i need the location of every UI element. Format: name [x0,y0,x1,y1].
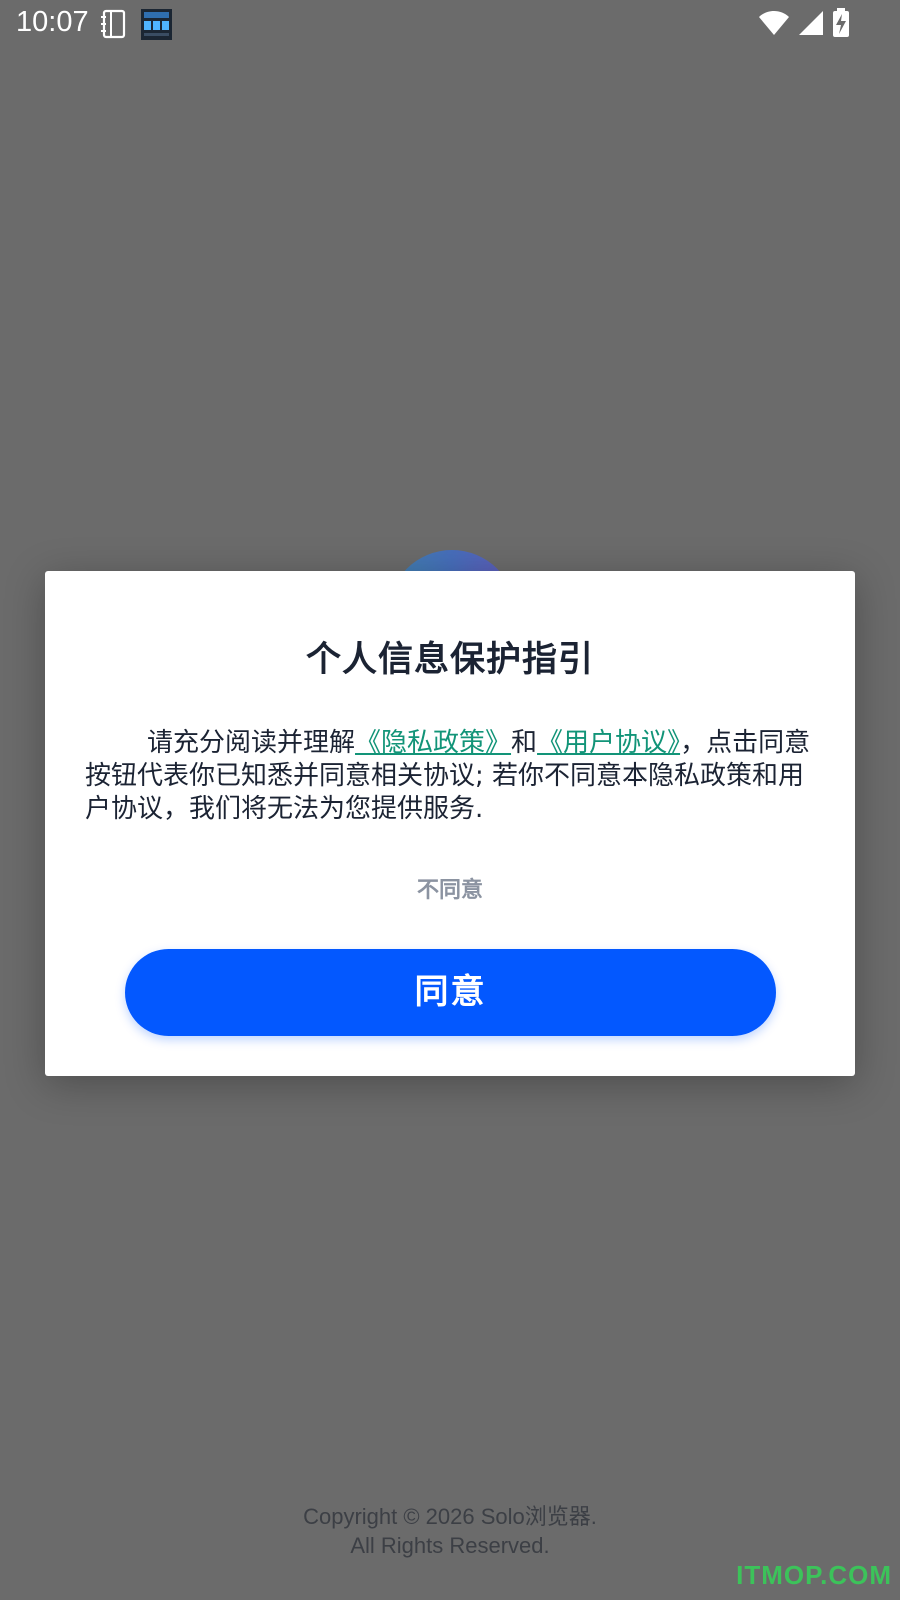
battery-charging-icon [832,8,850,42]
disagree-button[interactable]: 不同意 [400,873,500,909]
dialog-title: 个人信息保护指引 [305,640,594,680]
clock-widget-icon [141,9,172,40]
wifi-icon [758,10,790,40]
body-prefix: 请充分阅读并理解 [147,728,356,758]
cell-signal-icon [798,10,824,40]
screen: 10:07 个人信息保护指引 请充分阅读并理解《隐私政策》和《用户协议》，点击同… [0,0,900,1600]
privacy-policy-link[interactable]: 《隐私政策》 [355,728,511,758]
copyright-line: Copyright © 2026 Solo浏览器. [303,1504,597,1529]
privacy-dialog: 个人信息保护指引 请充分阅读并理解《隐私政策》和《用户协议》，点击同意按钮代表你… [45,571,855,1076]
status-right-icons [758,8,850,42]
body-conjunction: 和 [511,728,538,758]
agree-button[interactable]: 同意 [125,949,776,1036]
watermark: ITMOP.COM [736,1560,892,1590]
copyright-footer: Copyright © 2026 Solo浏览器. All Rights Res… [0,1502,900,1560]
status-time: 10:07 [16,6,89,38]
rights-line: All Rights Reserved. [350,1533,550,1558]
user-agreement-link[interactable]: 《用户协议》 [537,728,680,758]
notebook-icon [99,9,127,39]
status-bar: 10:07 [0,0,900,52]
dialog-body: 请充分阅读并理解《隐私政策》和《用户协议》，点击同意按钮代表你已知悉并同意相关协… [85,727,815,826]
